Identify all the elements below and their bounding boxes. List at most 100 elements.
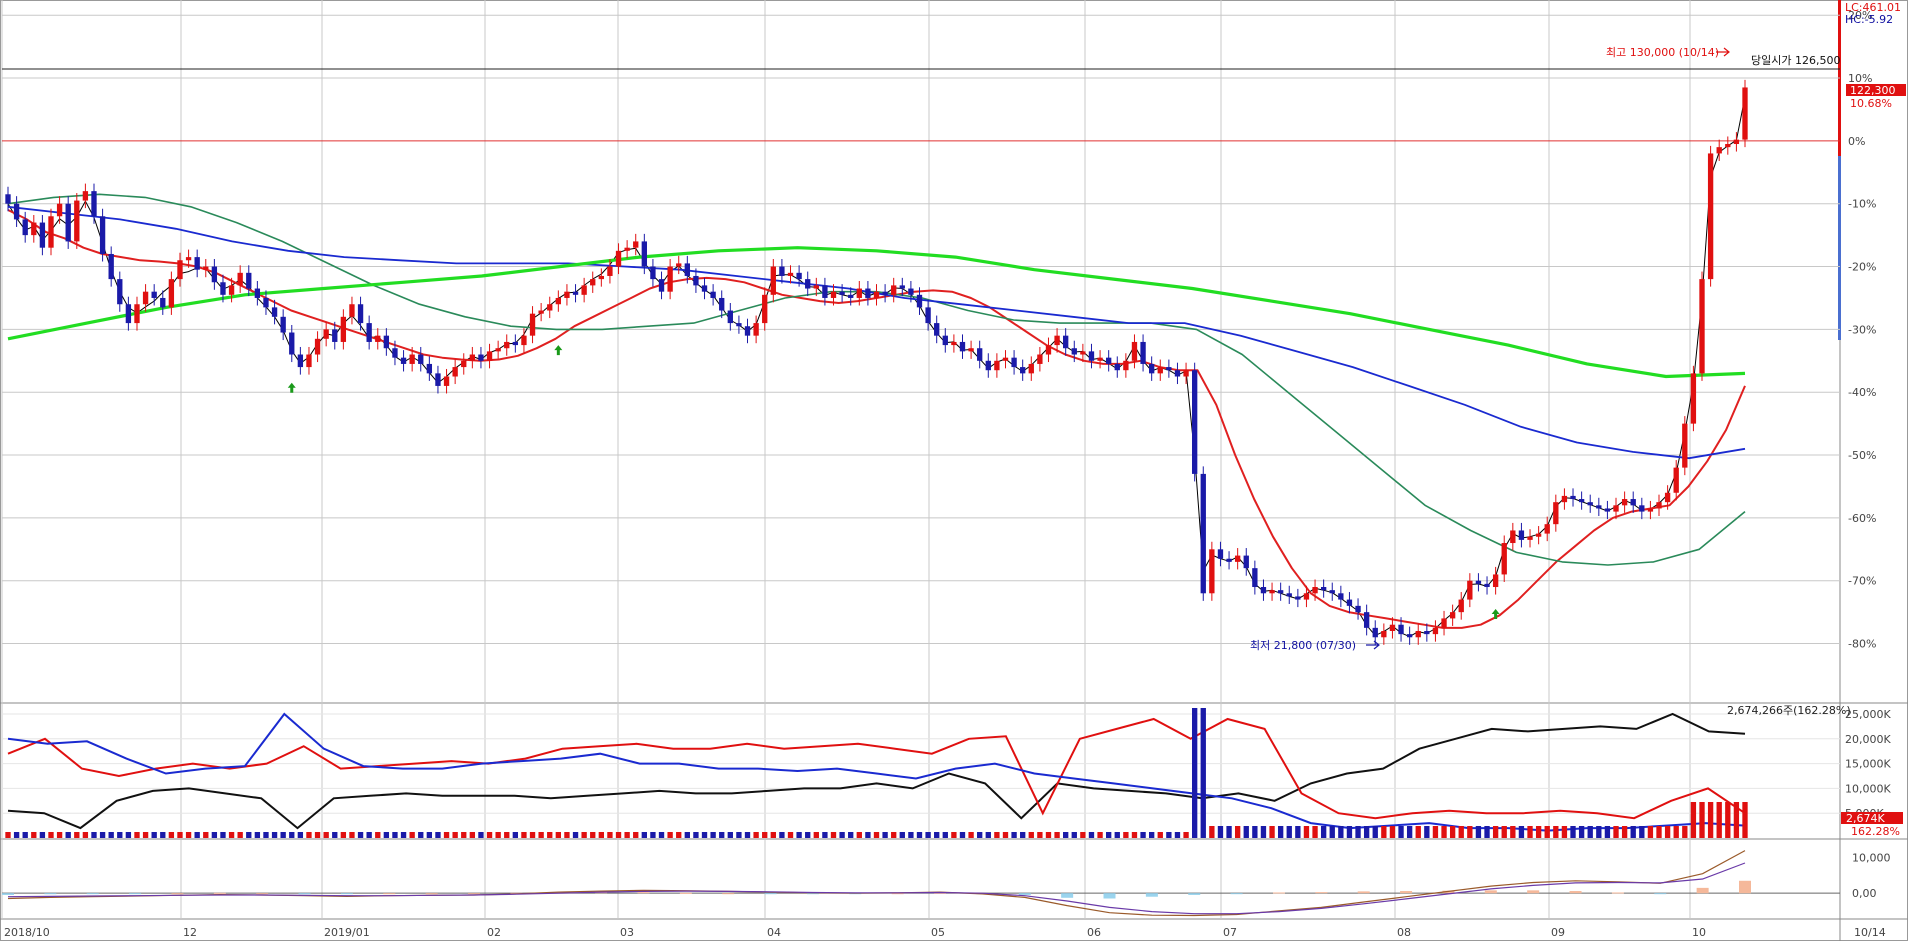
volume-bar (1320, 826, 1327, 838)
macd-histogram-bar (1484, 890, 1497, 894)
volume-bar (753, 832, 759, 838)
y-tick-label: -20% (1848, 261, 1876, 274)
candle-body (529, 313, 536, 336)
volume-bar (289, 832, 295, 838)
macd-histogram-bar (1188, 893, 1201, 895)
candle-body (74, 200, 80, 242)
candle-body (1037, 354, 1043, 364)
macd-histogram-bar (764, 893, 777, 895)
volume-bar (1613, 826, 1619, 838)
candle-body (736, 323, 742, 327)
volume-bar (1475, 826, 1482, 838)
volume-bar (1269, 826, 1275, 838)
candle-body (383, 335, 390, 349)
candle-body (916, 294, 923, 308)
volume-bar (1441, 826, 1447, 838)
candle-body (624, 247, 630, 251)
volume-bar (693, 832, 699, 838)
volume-bar (452, 832, 458, 838)
volume-bar (495, 832, 501, 838)
macd-histogram-bar (637, 892, 650, 894)
volume-bar (830, 832, 837, 838)
volume-bar (1011, 832, 1017, 838)
candle-body (220, 282, 226, 295)
volume-bar (1381, 826, 1387, 838)
vol-y-tick: 20,000K (1845, 733, 1891, 746)
volume-bar (1174, 832, 1181, 838)
volume-bar (1596, 826, 1602, 838)
volume-bar (1217, 826, 1224, 838)
candle-body (942, 335, 948, 346)
volume-bar (134, 832, 140, 838)
x-tick-label: 2019/01 (324, 926, 370, 939)
volume-bar (1630, 826, 1636, 838)
volume-bar (1054, 832, 1060, 838)
candle-body (598, 275, 604, 280)
volume-bar (1415, 826, 1421, 838)
volume-bar (650, 832, 656, 838)
macd-histogram-bar (468, 893, 481, 895)
candle-body (1510, 530, 1516, 544)
volume-bar (392, 832, 398, 838)
volume-bar (805, 832, 811, 838)
candle-body (1699, 279, 1705, 374)
candle-body (615, 250, 622, 267)
candle-body (1467, 580, 1473, 600)
volume-bar (1725, 802, 1731, 838)
volume-bar (1424, 826, 1430, 838)
candle-body (1587, 502, 1593, 506)
volume-bar (1535, 826, 1542, 838)
candle-body (1613, 505, 1619, 512)
candle-body (1372, 627, 1378, 638)
volume-bar (486, 832, 493, 838)
candle-body (547, 304, 553, 311)
volume-bar (891, 832, 897, 838)
macd-histogram-bar (1739, 880, 1751, 894)
candle-body (822, 285, 828, 298)
volume-bar (538, 832, 544, 838)
candle-body (1535, 533, 1542, 537)
candle-body (676, 263, 682, 267)
candle-body (1277, 590, 1284, 594)
volume-bar (1045, 832, 1052, 838)
volume-bar (271, 832, 278, 838)
stock-chart[interactable]: 2018/10 12 2019/01 02 03 04 05 06 07 08 09 10 10/14 2… (0, 0, 1908, 941)
volume-bar (1002, 832, 1009, 838)
volume-bar (1707, 802, 1714, 838)
volume-bar (1664, 826, 1671, 838)
volume-bar (117, 832, 123, 838)
candle-body (1561, 495, 1568, 503)
candle-body (1742, 87, 1748, 140)
candle-body (650, 266, 656, 280)
candle-body (1544, 524, 1550, 534)
candle-body (1011, 357, 1017, 368)
volume-bar (1252, 826, 1258, 838)
volume-bar (168, 832, 175, 838)
volume-bar (1191, 708, 1198, 838)
volume-bar (1200, 708, 1206, 838)
volume-bar (1226, 826, 1232, 838)
candle-body (435, 373, 441, 386)
macd-histogram-bar (1230, 893, 1243, 895)
volume-bar (547, 832, 553, 838)
candle-body (830, 291, 837, 298)
volume-bar (48, 832, 54, 838)
candle-body (504, 341, 510, 349)
volume-bar (1389, 826, 1396, 838)
volume-bar (1234, 826, 1241, 838)
volume-bar (1656, 826, 1662, 838)
candle-body (521, 335, 527, 346)
volume-bar (899, 832, 905, 838)
volume-bar (435, 832, 441, 838)
volume-bar (1123, 832, 1129, 838)
volume-bar (1570, 826, 1576, 838)
candle-body (1458, 599, 1464, 613)
volume-bar (160, 832, 166, 838)
candle-body (555, 297, 562, 305)
candle-body (1157, 367, 1163, 374)
volume-bar (813, 832, 819, 838)
candle-body (1578, 499, 1585, 503)
volume-bar (865, 832, 871, 838)
volume-bar (1561, 826, 1568, 838)
volume-bar (710, 832, 716, 838)
